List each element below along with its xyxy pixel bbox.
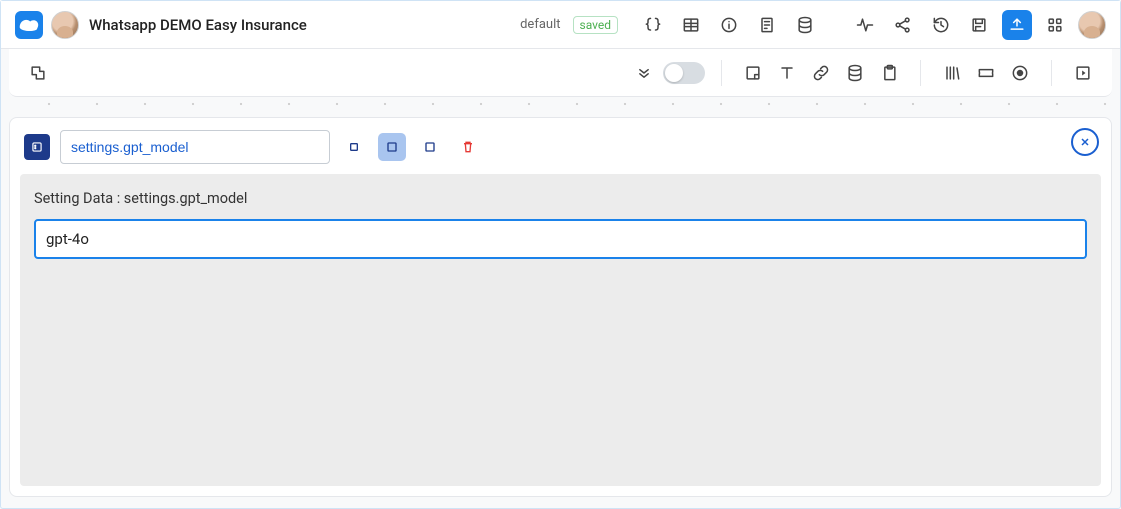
preview-toggle[interactable] [663, 62, 705, 84]
project-title: Whatsapp DEMO Easy Insurance [89, 16, 307, 34]
mode-filled-square-icon[interactable] [378, 133, 406, 161]
run-panel-icon[interactable] [1068, 58, 1098, 88]
braces-icon[interactable] [638, 10, 668, 40]
timeline-ruler [9, 97, 1112, 111]
trash-icon[interactable] [454, 133, 482, 161]
double-chevron-down-icon[interactable] [629, 58, 659, 88]
owner-avatar[interactable] [51, 11, 79, 39]
database-icon[interactable] [790, 10, 820, 40]
setting-data-label: Setting Data : settings.gpt_model [34, 190, 1087, 207]
node-editor-card: Setting Data : settings.gpt_model [9, 117, 1112, 497]
layout-icon[interactable] [23, 58, 53, 88]
node-header-row [10, 118, 1111, 174]
link-icon[interactable] [806, 58, 836, 88]
database-tool-icon[interactable] [840, 58, 870, 88]
app-logo-icon[interactable] [15, 11, 43, 39]
publish-icon[interactable] [1002, 10, 1032, 40]
info-icon[interactable] [714, 10, 744, 40]
share-icon[interactable] [888, 10, 918, 40]
ticket-icon[interactable] [971, 58, 1001, 88]
user-avatar[interactable] [1078, 11, 1106, 39]
library-icon[interactable] [937, 58, 967, 88]
divider [1051, 60, 1052, 86]
divider [920, 60, 921, 86]
id-card-icon[interactable] [752, 10, 782, 40]
apps-grid-icon[interactable] [1040, 10, 1070, 40]
editor-toolbar [9, 49, 1112, 97]
saved-status-badge: saved [573, 16, 619, 34]
record-icon[interactable] [1005, 58, 1035, 88]
collapse-small-icon[interactable] [340, 133, 368, 161]
clipboard-icon[interactable] [874, 58, 904, 88]
setting-name-input[interactable] [60, 130, 330, 164]
topbar-tools-group-1 [638, 10, 820, 40]
setting-value-input[interactable] [34, 219, 1087, 259]
table-icon[interactable] [676, 10, 706, 40]
label-prefix: Setting Data : [34, 190, 124, 207]
note-icon[interactable] [738, 58, 768, 88]
text-icon[interactable] [772, 58, 802, 88]
topbar-tools-group-2 [850, 10, 1106, 40]
history-icon[interactable] [926, 10, 956, 40]
mode-outline-square-icon[interactable] [416, 133, 444, 161]
divider [721, 60, 722, 86]
top-header-bar: Whatsapp DEMO Easy Insurance default sav… [1, 1, 1120, 49]
environment-label[interactable]: default [520, 17, 560, 32]
activity-icon[interactable] [850, 10, 880, 40]
settings-module-icon [24, 134, 50, 160]
label-key: settings.gpt_model [124, 190, 248, 207]
node-body-panel: Setting Data : settings.gpt_model [20, 174, 1101, 486]
save-icon[interactable] [964, 10, 994, 40]
close-icon[interactable] [1071, 128, 1099, 156]
